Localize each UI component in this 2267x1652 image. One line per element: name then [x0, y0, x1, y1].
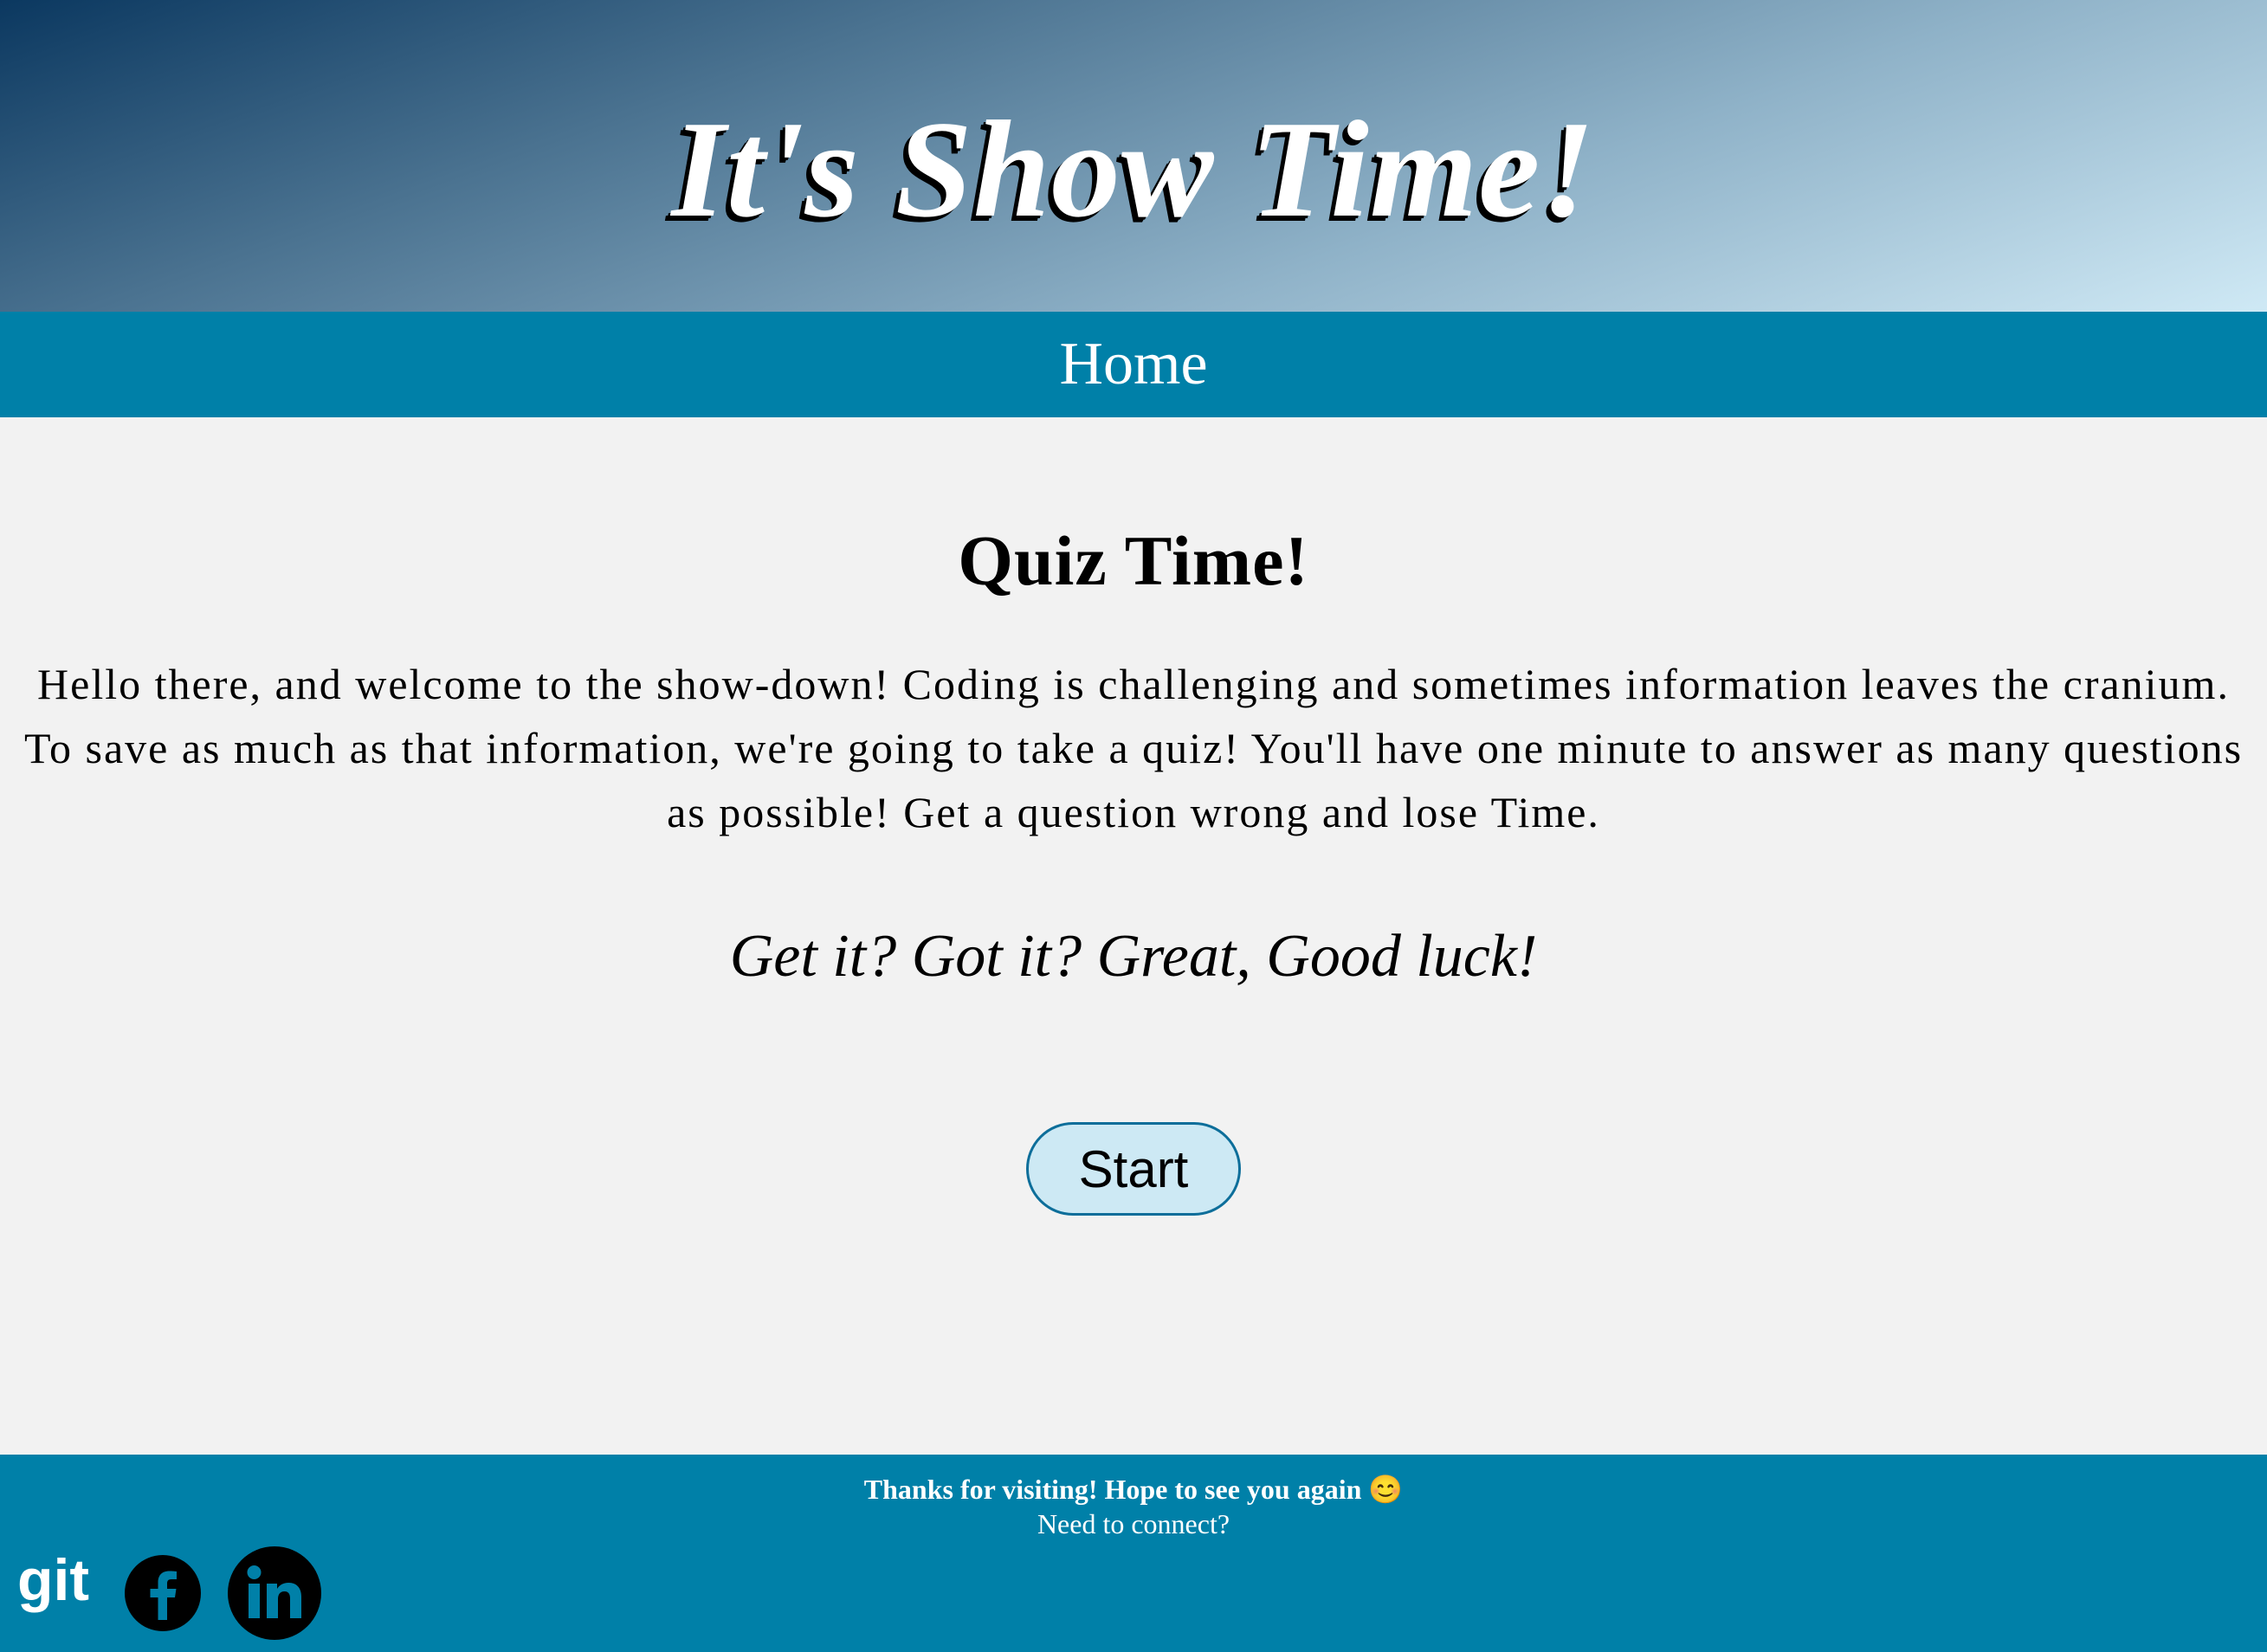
quiz-heading: Quiz Time! [958, 521, 1309, 600]
facebook-icon [125, 1555, 201, 1631]
nav-home-link[interactable]: Home [1059, 331, 1207, 398]
linkedin-icon [228, 1546, 321, 1640]
site-header: It's Show Time! [0, 0, 2267, 312]
git-icon: git [17, 1550, 89, 1613]
git-icon-text: git [17, 1550, 89, 1613]
git-link[interactable]: git [16, 1550, 94, 1619]
footer-connect-text: Need to connect? [1037, 1508, 1230, 1539]
nav-bar: Home [0, 312, 2267, 417]
tagline: Get it? Got it? Great, Good luck! [729, 923, 1538, 990]
facebook-link[interactable] [124, 1554, 202, 1632]
footer-thanks-text: Thanks for visiting! Hope to see you aga… [863, 1474, 1404, 1505]
site-title: It's Show Time! [671, 92, 1596, 246]
intro-paragraph: Hello there, and welcome to the show-dow… [23, 660, 2244, 836]
site-footer: Thanks for visiting! Hope to see you aga… [0, 1455, 2267, 1652]
linkedin-link[interactable] [227, 1546, 322, 1641]
start-button[interactable]: Start [1026, 1122, 1241, 1216]
page: It's Show Time! Home Quiz Time! Hello th… [0, 0, 2267, 1652]
